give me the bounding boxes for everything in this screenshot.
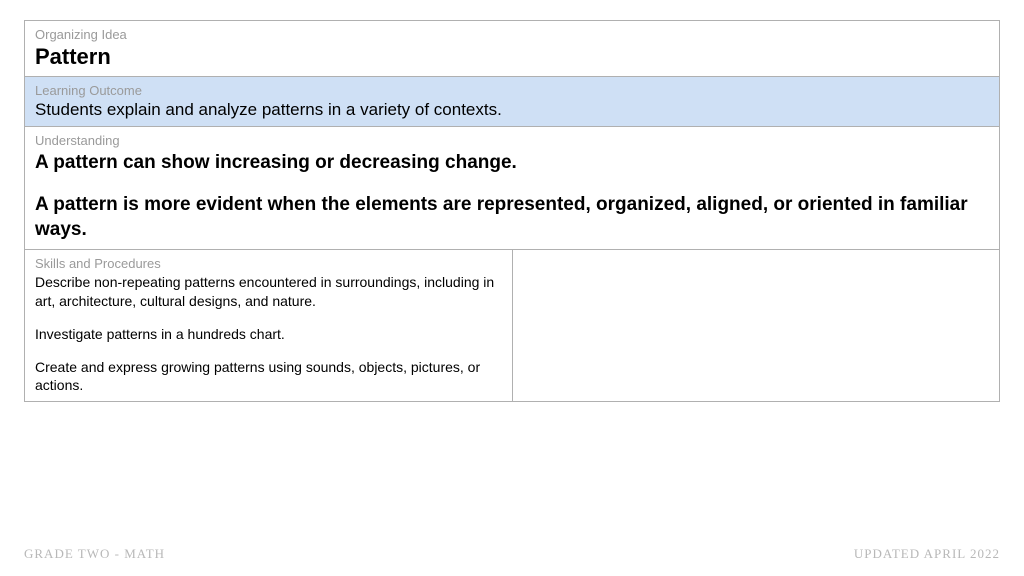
organizing-idea-value: Pattern [35,44,989,70]
skills-paragraph: Create and express growing patterns usin… [35,358,502,396]
learning-outcome-label: Learning Outcome [35,83,989,98]
footer: GRADE TWO - MATH UPDATED APRIL 2022 [24,546,1000,562]
understanding-paragraph: A pattern can show increasing or decreas… [35,150,989,176]
footer-left: GRADE TWO - MATH [24,546,165,562]
skills-cell-left: Skills and Procedures Describe non-repea… [25,250,513,401]
understanding-section: Understanding A pattern can show increas… [25,127,999,250]
learning-outcome-section: Learning Outcome Students explain and an… [25,77,999,127]
skills-row: Skills and Procedures Describe non-repea… [25,250,999,401]
skills-paragraph: Investigate patterns in a hundreds chart… [35,325,502,344]
understanding-label: Understanding [35,133,989,148]
skills-cell-right [513,250,1000,401]
organizing-idea-label: Organizing Idea [35,27,989,42]
skills-paragraph: Describe non-repeating patterns encounte… [35,273,502,311]
skills-label: Skills and Procedures [35,256,502,271]
understanding-paragraph: A pattern is more evident when the eleme… [35,192,989,243]
organizing-idea-section: Organizing Idea Pattern [25,21,999,77]
understanding-content: A pattern can show increasing or decreas… [35,150,989,243]
learning-outcome-value: Students explain and analyze patterns in… [35,100,989,120]
curriculum-table: Organizing Idea Pattern Learning Outcome… [24,20,1000,402]
skills-content: Describe non-repeating patterns encounte… [35,273,502,395]
footer-right: UPDATED APRIL 2022 [854,546,1000,562]
